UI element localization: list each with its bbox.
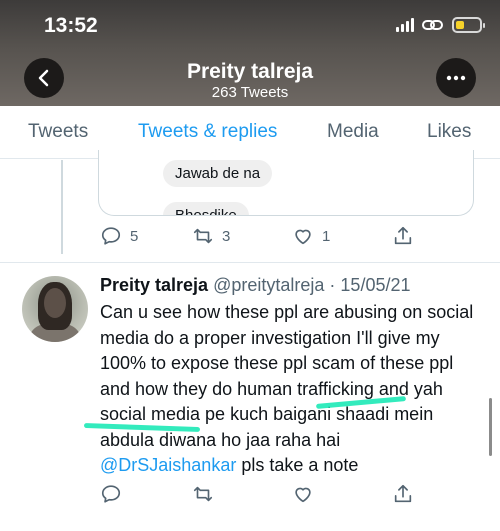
retweet-button[interactable] — [192, 483, 292, 505]
profile-name: Preity talreja — [186, 60, 314, 83]
reply-count: 5 — [130, 227, 139, 245]
tweet-date: · 15/05/21 — [329, 275, 411, 295]
like-button[interactable] — [292, 483, 392, 505]
tweet-actions: 5 3 1 — [100, 225, 420, 247]
tweet-header: Preity talreja @preitytalreja · 15/05/21 — [100, 275, 480, 296]
tweet-text: Can u see how these ppl are abusing on s… — [100, 300, 480, 479]
reply-icon — [101, 485, 121, 503]
like-icon — [295, 487, 311, 503]
tweet-body-tail: pls take a note — [236, 455, 359, 475]
share-icon — [394, 226, 412, 245]
tweet-author-handle[interactable]: @preitytalreja — [213, 275, 324, 295]
retweet-button[interactable]: 3 — [192, 225, 292, 247]
signal-icon — [396, 18, 414, 32]
tweet-count: 263 Tweets — [211, 84, 289, 101]
profile-title-block: Preity talreja 263 Tweets — [0, 60, 500, 101]
status-time: 13:52 — [44, 14, 98, 37]
profile-header: 13:52 Preity talreja 263 Tweets — [0, 0, 500, 106]
tab-likes[interactable]: Likes — [427, 121, 471, 143]
reply-icon — [101, 227, 121, 245]
like-button[interactable]: 1 — [292, 225, 392, 247]
battery-icon — [452, 17, 485, 33]
like-icon — [295, 229, 311, 245]
like-count: 1 — [322, 227, 331, 245]
status-icons — [396, 17, 485, 33]
more-icon — [446, 75, 466, 81]
retweet-icon — [193, 228, 213, 244]
tweet-mention[interactable]: @DrSJaishankar — [100, 455, 236, 475]
more-button[interactable] — [436, 58, 476, 98]
share-icon — [394, 484, 412, 503]
scrollbar[interactable] — [489, 398, 492, 456]
thread-line — [61, 160, 63, 254]
tab-tweets[interactable]: Tweets — [28, 121, 88, 143]
avatar[interactable] — [22, 276, 88, 342]
reply-button[interactable] — [100, 483, 192, 505]
share-button[interactable] — [392, 483, 414, 505]
quoted-tweet-card[interactable]: Jawab de na Bhosdike — [98, 150, 474, 216]
message-bubble: Jawab de na — [163, 160, 273, 187]
tweet-author-name[interactable]: Preity talreja — [100, 275, 208, 295]
tweet-actions — [100, 483, 420, 505]
tweet[interactable]: Preity talreja @preitytalreja · 15/05/21… — [100, 275, 480, 479]
reply-button[interactable]: 5 — [100, 225, 192, 247]
share-button[interactable] — [392, 225, 414, 247]
retweet-count: 3 — [222, 227, 231, 245]
tweet-divider — [0, 262, 500, 263]
message-bubble: Bhosdike — [163, 202, 249, 215]
retweet-icon — [193, 486, 213, 502]
wifi-link-icon — [422, 20, 443, 30]
tab-media[interactable]: Media — [327, 121, 379, 143]
tab-tweets-and-replies[interactable]: Tweets & replies — [138, 121, 277, 143]
